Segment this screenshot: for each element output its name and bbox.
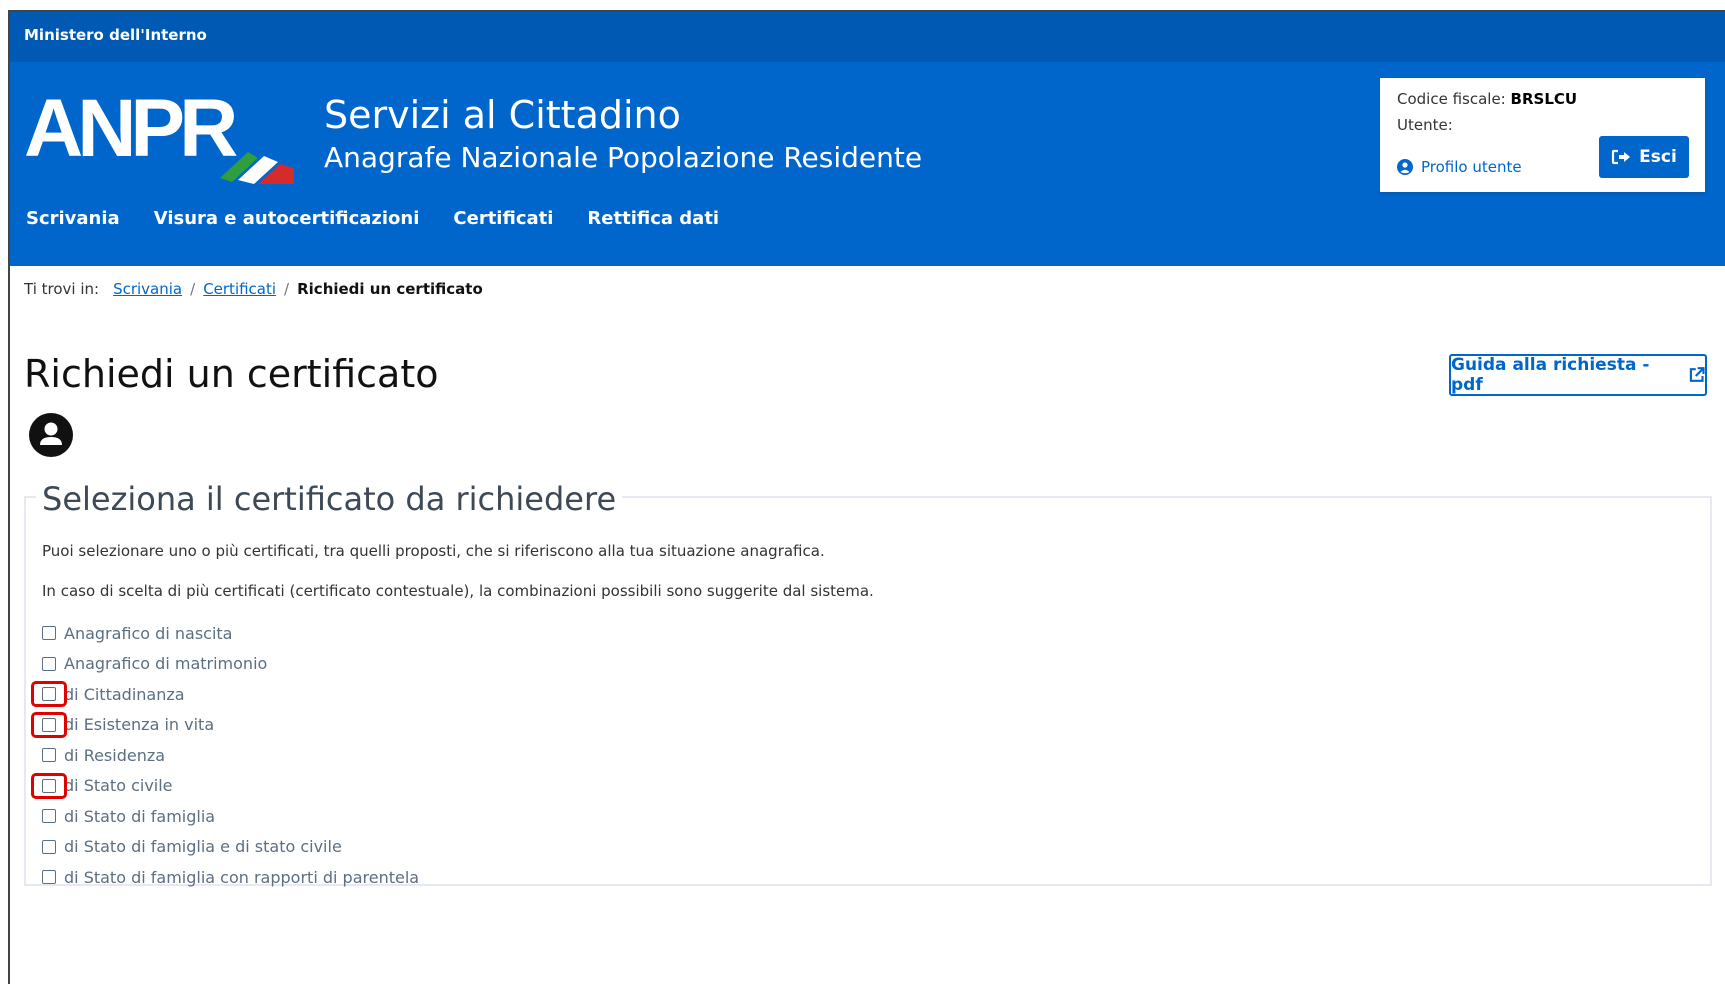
breadcrumb-scrivania[interactable]: Scrivania [113, 280, 182, 298]
italian-flag-swoosh-icon [220, 152, 294, 184]
option-stato-famiglia-civile[interactable]: di Stato di famiglia e di stato civile [42, 832, 419, 863]
certificate-fieldset: Seleziona il certificato da richiedere P… [24, 480, 1712, 887]
checkbox[interactable] [42, 870, 56, 885]
anpr-logo: ANPR [24, 83, 304, 184]
option-anagrafico-matrimonio[interactable]: Anagrafico di matrimonio [42, 649, 419, 680]
user-avatar-icon [29, 413, 73, 457]
cf-value: BRSLCU [1510, 90, 1578, 108]
sign-out-icon [1612, 149, 1631, 165]
fieldset-legend: Seleziona il certificato da richiedere [36, 480, 623, 518]
guida-pdf-button[interactable]: Guida alla richiesta - pdf [1449, 354, 1707, 396]
highlight-box [31, 711, 67, 738]
option-anagrafico-nascita[interactable]: Anagrafico di nascita [42, 618, 419, 649]
ministry-label: Ministero dell'Interno [24, 26, 207, 44]
option-stato-civile[interactable]: di Stato civile [31, 771, 419, 802]
option-label: di Stato di famiglia [64, 806, 216, 826]
logo-text: ANPR [24, 83, 238, 174]
cf-label: Codice fiscale: [1397, 90, 1506, 108]
checkbox[interactable] [42, 626, 56, 641]
instructions-2: In caso di scelta di più certificati (ce… [42, 582, 874, 600]
option-label: Anagrafico di matrimonio [64, 654, 268, 674]
checkbox[interactable] [42, 748, 56, 763]
breadcrumb-certificati[interactable]: Certificati [203, 280, 276, 298]
profilo-label: Profilo utente [1421, 158, 1522, 176]
option-label: Anagrafico di nascita [64, 623, 233, 643]
certificate-options: Anagrafico di nascita Anagrafico di matr… [31, 618, 419, 893]
user-box: Codice fiscale: BRSLCU Utente: Profilo u… [1380, 78, 1705, 192]
guida-label: Guida alla richiesta - pdf [1451, 355, 1650, 395]
page-frame: Ministero dell'Interno ANPR Servizi al C… [8, 10, 1725, 984]
option-label: di Esistenza in vita [64, 715, 215, 735]
nav-certificati[interactable]: Certificati [453, 208, 553, 229]
breadcrumb-separator: / [284, 280, 290, 298]
checkbox[interactable] [42, 839, 56, 854]
esci-button[interactable]: Esci [1599, 136, 1689, 178]
option-label: di Stato di famiglia con rapporti di par… [64, 867, 420, 887]
site-subtitle: Anagrafe Nazionale Popolazione Residente [324, 141, 923, 174]
site-titles: Servizi al Cittadino Anagrafe Nazionale … [324, 92, 922, 178]
nav-visura[interactable]: Visura e autocertificazioni [154, 208, 420, 229]
option-stato-famiglia-parentela[interactable]: di Stato di famiglia con rapporti di par… [42, 862, 419, 893]
highlight-box [31, 772, 67, 799]
breadcrumb: Ti trovi in: Scrivania / Certificati / R… [24, 280, 483, 298]
checkbox[interactable] [42, 656, 56, 671]
option-label: di Stato di famiglia e di stato civile [64, 837, 342, 857]
nav-rettifica[interactable]: Rettifica dati [587, 208, 719, 229]
nav-scrivania[interactable]: Scrivania [26, 208, 120, 229]
instructions-1: Puoi selezionare uno o più certificati, … [42, 542, 825, 560]
profilo-utente-link[interactable]: Profilo utente [1397, 158, 1522, 176]
main-header: ANPR Servizi al Cittadino Anagrafe Nazio… [10, 62, 1725, 266]
page-title: Richiedi un certificato [24, 352, 439, 396]
breadcrumb-separator: / [190, 280, 196, 298]
option-label: di Residenza [64, 745, 166, 765]
option-label: di Stato civile [64, 776, 173, 796]
user-circle-icon [1397, 159, 1413, 175]
utente-label: Utente: [1397, 116, 1453, 134]
option-cittadinanza[interactable]: di Cittadinanza [31, 679, 419, 710]
esci-label: Esci [1639, 147, 1677, 167]
option-stato-famiglia[interactable]: di Stato di famiglia [42, 801, 419, 832]
option-residenza[interactable]: di Residenza [42, 740, 419, 771]
main-nav: Scrivania Visura e autocertificazioni Ce… [26, 208, 719, 229]
site-title: Servizi al Cittadino [324, 93, 681, 137]
codice-fiscale: Codice fiscale: BRSLCU [1397, 90, 1577, 108]
breadcrumb-label: Ti trovi in: [24, 280, 100, 298]
option-label: di Cittadinanza [64, 684, 185, 704]
external-link-icon [1689, 367, 1705, 382]
slim-header: Ministero dell'Interno [10, 12, 1725, 62]
breadcrumb-current: Richiedi un certificato [297, 280, 483, 298]
option-esistenza-in-vita[interactable]: di Esistenza in vita [31, 710, 419, 741]
checkbox[interactable] [42, 809, 56, 824]
highlight-box [31, 681, 67, 707]
